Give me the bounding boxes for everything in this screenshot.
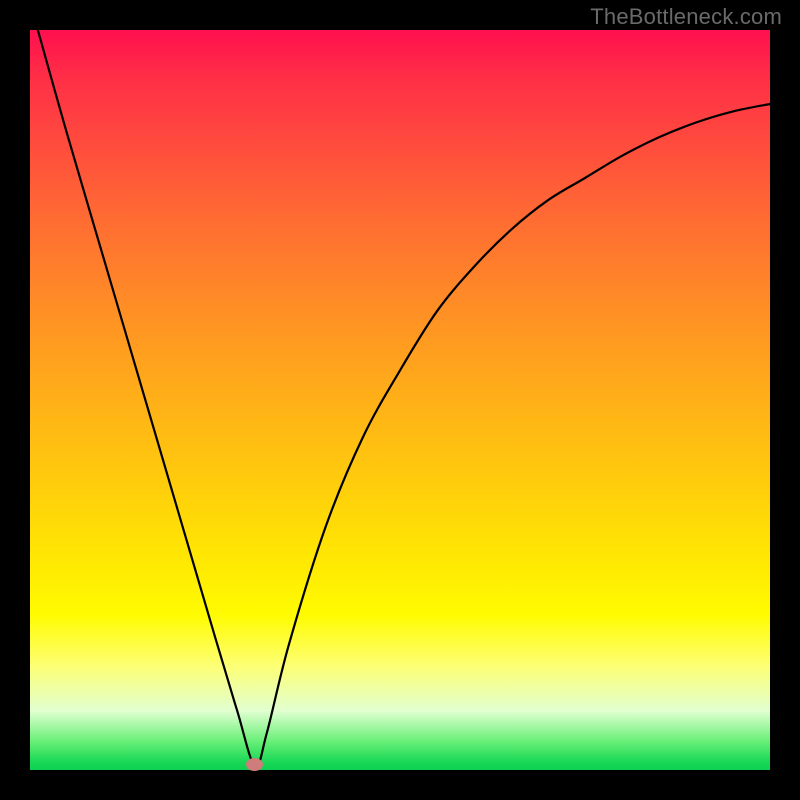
curve-path bbox=[34, 30, 770, 767]
optimal-point-marker bbox=[246, 758, 263, 771]
bottleneck-curve bbox=[30, 30, 770, 770]
watermark-label: TheBottleneck.com bbox=[590, 4, 782, 30]
